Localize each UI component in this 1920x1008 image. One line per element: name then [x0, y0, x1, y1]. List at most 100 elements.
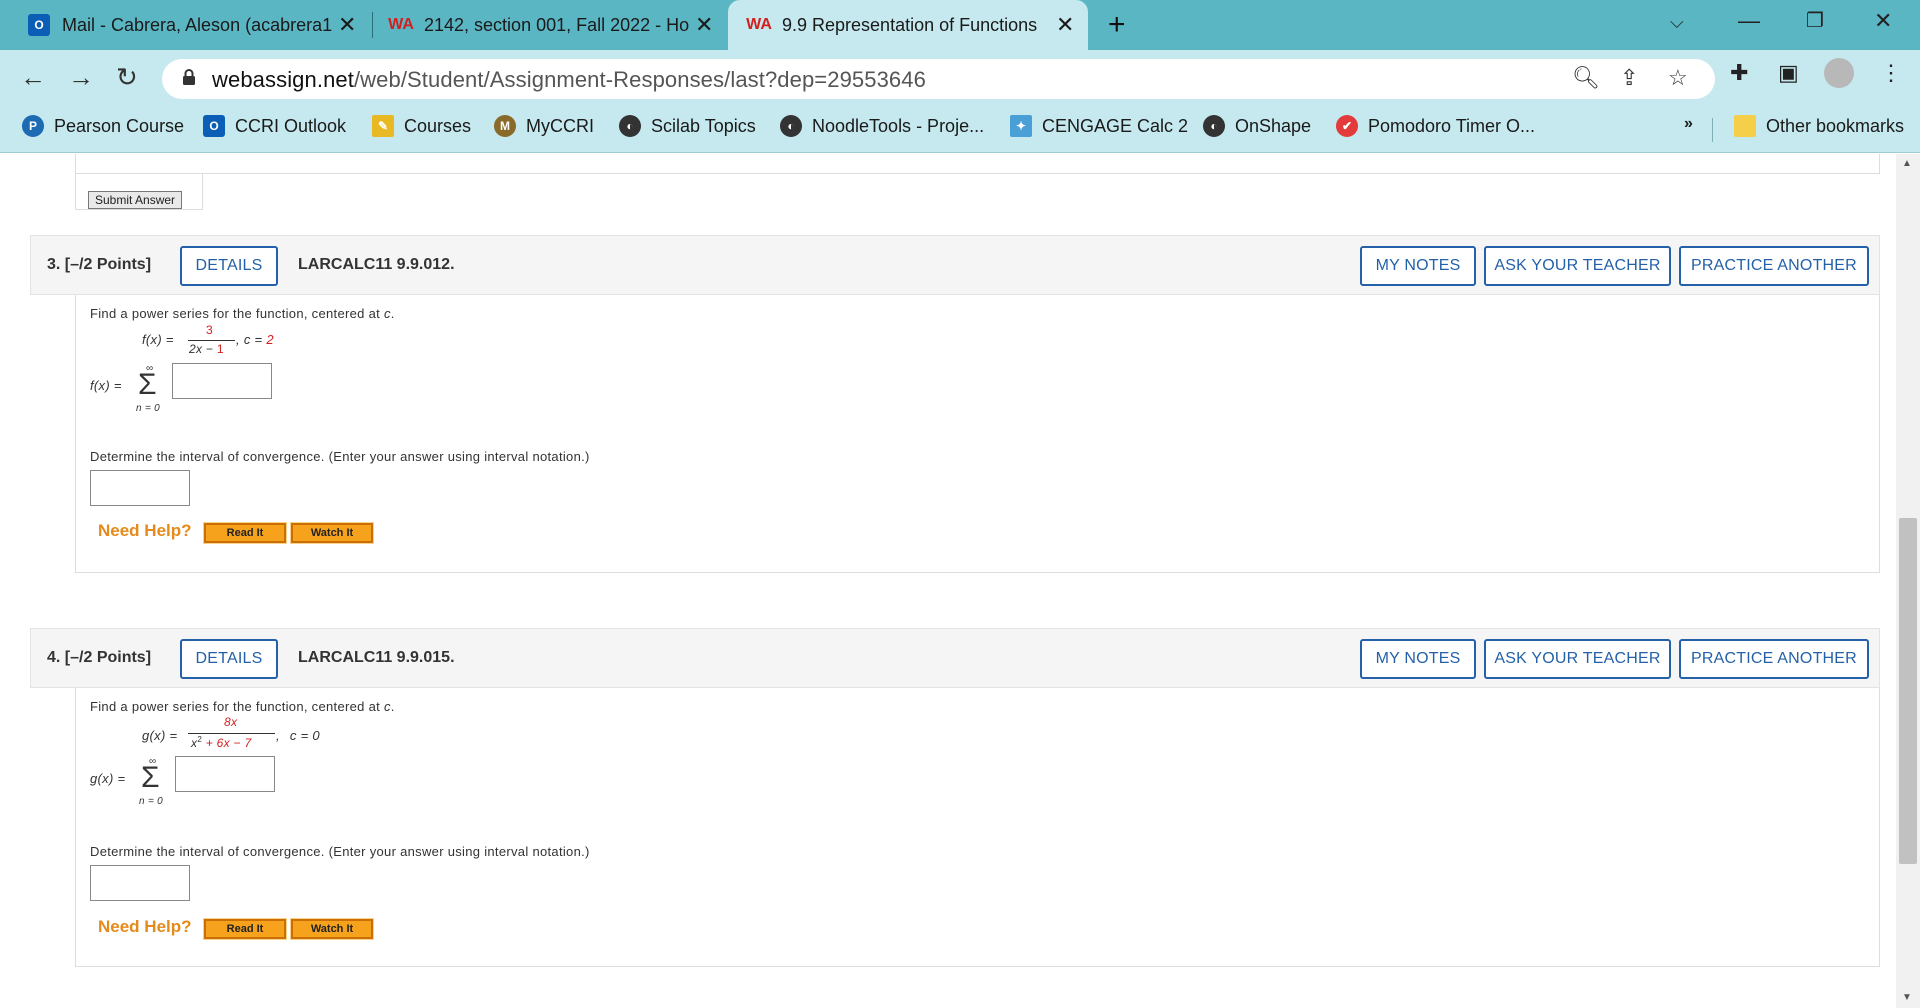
side-panel-icon[interactable]: ▣ [1778, 60, 1799, 86]
new-tab-button[interactable]: + [1108, 8, 1126, 42]
bookmark-onshape[interactable]: ◐ OnShape [1203, 115, 1311, 137]
interval-answer-input[interactable] [90, 470, 190, 506]
tab-mail[interactable]: O Mail - Cabrera, Aleson (acabrera1 ✕ [28, 0, 368, 50]
watch-it-button[interactable]: Watch It [290, 522, 374, 544]
scroll-up-icon[interactable]: ▲ [1902, 158, 1912, 169]
bookmarks-divider [1712, 118, 1713, 142]
question-body: Find a power series for the function, ce… [75, 688, 1880, 967]
details-button[interactable]: DETAILS [180, 246, 278, 286]
close-tab-icon[interactable]: ✕ [338, 12, 356, 38]
question-number: 3. [–/2 Points] [47, 256, 152, 273]
tab-title: 9.9 Representation of Functions b [782, 14, 1042, 35]
read-it-button[interactable]: Read It [203, 522, 287, 544]
bookmark-myccri[interactable]: M MyCCRI [494, 115, 594, 137]
minimize-icon[interactable]: — [1738, 8, 1760, 34]
outlook-icon: O [28, 14, 50, 36]
series-label: g(x) = [90, 771, 126, 786]
tab-active-assignment[interactable]: WA 9.9 Representation of Functions b ✕ [728, 0, 1088, 50]
submit-answer-button[interactable]: Submit Answer [88, 191, 183, 209]
bookmark-scilab[interactable]: ◐ Scilab Topics [619, 115, 756, 137]
page-content: Submit Answer 3. [–/2 Points] DETAILS LA… [0, 154, 1920, 1008]
center-label: , c = 2 [236, 332, 274, 347]
sigma-lower-limit: n = 0 [136, 403, 161, 414]
interval-prompt: Determine the interval of convergence. (… [90, 449, 590, 464]
question-header: 4. [–/2 Points] DETAILS LARCALC11 9.9.01… [30, 628, 1880, 688]
ask-teacher-button[interactable]: ASK YOUR TEACHER [1484, 246, 1671, 286]
question-number: 4. [–/2 Points] [47, 649, 152, 666]
close-tab-icon[interactable]: ✕ [695, 12, 713, 38]
function-label: f(x) = [142, 332, 174, 347]
bookmark-label: CCRI Outlook [235, 115, 347, 136]
details-button[interactable]: DETAILS [180, 639, 278, 679]
bookmark-other[interactable]: Other bookmarks [1734, 115, 1904, 137]
bookmark-label: Pearson Course [54, 115, 185, 136]
tab-title: 2142, section 001, Fall 2022 - Hom [424, 14, 689, 35]
tab-course[interactable]: WA 2142, section 001, Fall 2022 - Hom ✕ [388, 0, 725, 50]
read-it-button[interactable]: Read It [203, 918, 287, 940]
interval-prompt: Determine the interval of convergence. (… [90, 844, 590, 859]
ask-teacher-button[interactable]: ASK YOUR TEACHER [1484, 639, 1671, 679]
question-body: Find a power series for the function, ce… [75, 295, 1880, 573]
webassign-icon: WA [388, 16, 414, 33]
bookmark-pomodoro[interactable]: ✔ Pomodoro Timer O... [1336, 115, 1535, 137]
forward-icon[interactable]: → [68, 62, 94, 93]
bookmark-label: Other bookmarks [1766, 115, 1905, 136]
scroll-down-icon[interactable]: ▼ [1902, 992, 1912, 1003]
folder-icon [1734, 115, 1756, 137]
scrollbar-thumb[interactable] [1899, 518, 1917, 864]
url-field[interactable]: webassign.net/web/Student/Assignment-Res… [162, 59, 1715, 99]
question-header: 3. [–/2 Points] DETAILS LARCALC11 9.9.01… [30, 235, 1880, 295]
bookmark-noodletools[interactable]: ◐ NoodleTools - Proje... [780, 115, 984, 137]
tab-separator [372, 12, 373, 38]
bookmark-label: Courses [404, 115, 472, 136]
practice-another-button[interactable]: PRACTICE ANOTHER [1679, 639, 1869, 679]
back-icon[interactable]: ← [20, 62, 46, 93]
my-notes-button[interactable]: MY NOTES [1360, 246, 1476, 286]
bookmark-label: Pomodoro Timer O... [1368, 115, 1536, 136]
vertical-scrollbar[interactable]: ▲ ▼ [1896, 154, 1920, 1008]
extensions-icon[interactable]: ✚ [1730, 60, 1748, 86]
question-prompt: Find a power series for the function, ce… [90, 306, 395, 321]
tab-bar: O Mail - Cabrera, Aleson (acabrera1 ✕ WA… [0, 0, 1920, 50]
share-icon[interactable]: ⇪ [1620, 65, 1638, 91]
watch-it-button[interactable]: Watch It [290, 918, 374, 940]
need-help-label: Need Help? [98, 521, 192, 540]
menu-icon[interactable]: ⋮ [1880, 60, 1902, 86]
reload-icon[interactable]: ↻ [116, 62, 138, 93]
close-window-icon[interactable]: ✕ [1874, 8, 1892, 34]
series-answer-input[interactable] [172, 363, 272, 399]
bookmark-cengage[interactable]: ✦ CENGAGE Calc 2 [1010, 115, 1188, 137]
practice-another-button[interactable]: PRACTICE ANOTHER [1679, 246, 1869, 286]
bookmarks-bar: P Pearson Course O CCRI Outlook ✎ Courses M… [0, 106, 1920, 153]
interval-answer-input[interactable] [90, 865, 190, 901]
fraction-denominator: x2 + 6x − 7 [191, 735, 252, 750]
cengage-icon: ✦ [1010, 115, 1032, 137]
series-answer-input[interactable] [175, 756, 275, 792]
bookmark-courses[interactable]: ✎ Courses [372, 115, 471, 137]
myccri-icon: M [494, 115, 516, 137]
bookmark-star-icon[interactable]: ☆ [1668, 65, 1688, 91]
bookmark-label: Scilab Topics [651, 115, 756, 136]
center-label: ,c = 0 [276, 728, 320, 743]
my-notes-button[interactable]: MY NOTES [1360, 639, 1476, 679]
url-path: /web/Student/Assignment-Responses/last?d… [353, 67, 926, 92]
globe-icon: ◐ [619, 115, 641, 137]
bookmarks-more-button[interactable]: » [1684, 115, 1693, 133]
bookmark-ccri-outlook[interactable]: O CCRI Outlook [203, 115, 346, 137]
need-help-label: Need Help? [98, 917, 192, 936]
bookmark-pearson[interactable]: P Pearson Course [22, 115, 184, 137]
address-bar-row: ← → ↻ webassign.net/web/Student/Assignme… [0, 50, 1920, 106]
fraction-bar [188, 733, 275, 734]
profile-avatar[interactable] [1824, 58, 1854, 88]
close-tab-icon[interactable]: ✕ [1056, 12, 1074, 38]
lock-icon [183, 69, 195, 85]
url-host: webassign.net [212, 67, 354, 92]
tab-search-icon[interactable]: ⌵ [1670, 12, 1684, 33]
restore-icon[interactable]: ❐ [1806, 8, 1824, 33]
check-icon: ✔ [1336, 115, 1358, 137]
function-label: g(x) = [142, 728, 178, 743]
tab-title: Mail - Cabrera, Aleson (acabrera1 [62, 14, 332, 35]
globe-icon: ◐ [780, 115, 802, 137]
zoom-icon[interactable]: 🔍︎ [1572, 65, 1600, 91]
sigma-symbol: Σ [138, 368, 157, 401]
